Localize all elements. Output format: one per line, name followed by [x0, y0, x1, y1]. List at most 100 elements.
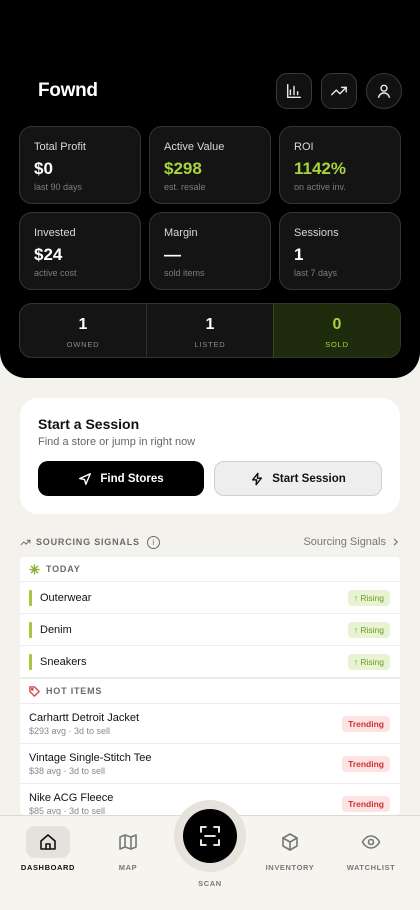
stat-card-roi[interactable]: ROI 1142% on active inv. [279, 126, 401, 204]
navigation-arrow-icon [79, 472, 92, 485]
hot-items-section-label: HOT ITEMS [20, 679, 111, 703]
info-icon[interactable]: i [146, 535, 160, 549]
sourcing-signals-link[interactable]: Sourcing Signals [303, 536, 400, 548]
hot-item-name: Vintage Single-Stitch Tee [29, 751, 152, 764]
hot-item-row[interactable]: Vintage Single-Stitch Tee $38 avg · 3d t… [20, 743, 400, 783]
hot-item-sub: $85 avg · 3d to sell [29, 805, 106, 816]
stat-card-active-value[interactable]: Active Value $298 est. resale [149, 126, 271, 204]
count-listed[interactable]: 1 LISTED [146, 304, 273, 357]
stats-header: Fownd Total Profit $0 last 90 days Activ… [0, 0, 420, 378]
stat-sub: active cost [34, 268, 77, 278]
signal-bar [29, 589, 32, 606]
stat-card-invested[interactable]: Invested $24 active cost [19, 212, 141, 290]
hot-item-name: Carhartt Detroit Jacket [29, 711, 140, 724]
stat-sub: last 7 days [294, 268, 338, 278]
box-icon [282, 833, 298, 851]
stat-sub: est. resale [164, 182, 206, 192]
count-number: 1 [78, 316, 88, 333]
home-icon [40, 834, 56, 850]
stat-value: 1142% [294, 159, 346, 178]
hot-item-row[interactable]: Carhartt Detroit Jacket $293 avg · 3d to… [20, 703, 400, 743]
today-section-label: TODAY [20, 557, 400, 581]
stat-value: — [164, 245, 181, 264]
count-owned[interactable]: 1 OWNED [20, 304, 146, 357]
tag-icon [29, 685, 40, 697]
rising-badge: ↑ Rising [347, 653, 390, 670]
stat-card-sessions[interactable]: Sessions 1 last 7 days [279, 212, 401, 290]
stat-card-margin[interactable]: Margin — sold items [149, 212, 271, 290]
stat-label: Invested [34, 227, 76, 239]
session-title: Start a Session [38, 416, 140, 432]
chevron-right-icon [393, 538, 399, 546]
user-icon [377, 84, 391, 99]
find-stores-label: Find Stores [100, 472, 164, 485]
sourcing-signals-link-label: Sourcing Signals [303, 536, 386, 548]
stat-label: Margin [164, 227, 198, 239]
signal-row-denim[interactable]: Denim ↑ Rising [20, 613, 400, 645]
start-session-label: Start Session [272, 472, 346, 485]
signal-name: Outerwear [40, 591, 92, 604]
hot-items-label: HOT ITEMS [46, 686, 103, 696]
trending-up-icon [331, 86, 347, 96]
start-session-card: Start a Session Find a store or jump in … [20, 398, 400, 514]
scan-button-ring [174, 800, 246, 872]
stat-card-total-profit[interactable]: Total Profit $0 last 90 days [19, 126, 141, 204]
nav-watchlist-label: WATCHLIST [346, 863, 396, 872]
stat-value: 1 [294, 245, 304, 264]
nav-dashboard-label: DASHBOARD [20, 863, 76, 872]
sourcing-signals-header: SOURCING SIGNALS i Sourcing Signals [20, 534, 400, 550]
scan-icon [200, 826, 220, 846]
scan-label: SCAN [198, 879, 222, 888]
stat-value: $298 [164, 159, 202, 178]
today-label: TODAY [46, 564, 81, 574]
rising-badge: ↑ Rising [347, 621, 390, 638]
signal-name: Denim [40, 623, 72, 636]
map-icon [119, 834, 137, 850]
nav-map[interactable]: MAP [86, 816, 170, 872]
count-label: OWNED [66, 340, 100, 349]
signal-bar [29, 621, 32, 638]
analytics-button[interactable] [276, 73, 312, 109]
signal-bar [29, 653, 32, 670]
chart-bar-icon [286, 83, 302, 99]
stat-sub: last 90 days [34, 182, 83, 192]
stat-label: ROI [294, 141, 314, 153]
nav-dashboard[interactable]: DASHBOARD [6, 816, 90, 872]
nav-inventory-label: INVENTORY [265, 863, 315, 872]
inventory-counts: 1 OWNED 1 LISTED 0 SOLD [19, 303, 401, 358]
count-label: LISTED [194, 340, 226, 349]
sourcing-signals-list: TODAY Outerwear ↑ Rising Denim ↑ Rising … [20, 557, 400, 815]
profile-button[interactable] [366, 73, 402, 109]
trending-badge: Trending [342, 715, 390, 732]
stat-sub: on active inv. [294, 182, 346, 192]
eye-icon [361, 835, 381, 849]
hot-item-sub: $293 avg · 3d to sell [29, 725, 111, 736]
trends-button[interactable] [321, 73, 357, 109]
stat-sub: sold items [164, 268, 205, 278]
stat-value: $0 [34, 159, 53, 178]
nav-watchlist[interactable]: WATCHLIST [329, 816, 413, 872]
stat-value: $24 [34, 245, 63, 264]
count-sold[interactable]: 0 SOLD [273, 304, 400, 357]
signal-row-sneakers[interactable]: Sneakers ↑ Rising [20, 645, 400, 677]
nav-map-label: MAP [118, 863, 138, 872]
stat-label: Total Profit [34, 141, 86, 153]
signal-row-outerwear[interactable]: Outerwear ↑ Rising [20, 581, 400, 613]
count-label: SOLD [325, 340, 349, 349]
start-session-button[interactable]: Start Session [214, 461, 382, 496]
find-stores-button[interactable]: Find Stores [38, 461, 204, 496]
session-description: Find a store or jump in right now [38, 436, 196, 448]
hot-item-sub: $38 avg · 3d to sell [29, 765, 106, 776]
stat-label: Sessions [294, 227, 339, 239]
sparkle-icon [29, 563, 40, 575]
scan-button[interactable] [183, 809, 237, 863]
hot-item-name: Nike ACG Fleece [29, 791, 114, 804]
lightning-icon [252, 472, 263, 485]
rising-badge: ↑ Rising [347, 589, 390, 606]
stat-label: Active Value [164, 141, 225, 153]
trending-up-icon [20, 539, 31, 545]
trending-badge: Trending [342, 795, 390, 812]
count-number: 0 [332, 316, 342, 333]
count-number: 1 [205, 316, 215, 333]
nav-inventory[interactable]: INVENTORY [248, 816, 332, 872]
